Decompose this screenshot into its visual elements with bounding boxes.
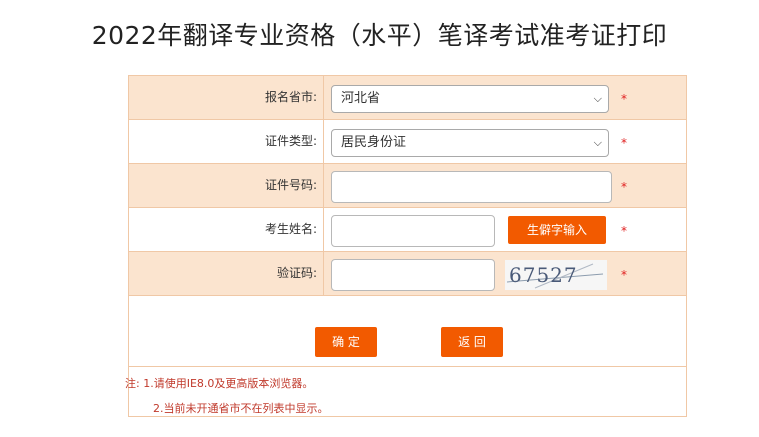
name-label: 考生姓名: bbox=[129, 208, 324, 251]
id-number-row: 证件号码: * bbox=[129, 164, 686, 208]
id-type-select[interactable]: 居民身份证 ⌵ bbox=[331, 129, 609, 157]
chevron-down-icon: ⌵ bbox=[593, 136, 602, 149]
captcha-code-text: 67527 bbox=[509, 263, 578, 287]
province-label: 报名省市: bbox=[129, 76, 324, 119]
chevron-down-icon: ⌵ bbox=[593, 92, 602, 105]
id-type-label: 证件类型: bbox=[129, 120, 324, 163]
id-type-row: 证件类型: 居民身份证 ⌵ * bbox=[129, 120, 686, 164]
required-mark: * bbox=[621, 180, 627, 194]
required-mark: * bbox=[621, 268, 627, 282]
notes: 注: 1.请使用IE8.0及更高版本浏览器。 2.当前未开通省市不在列表中显示。 bbox=[125, 366, 686, 415]
required-mark: * bbox=[621, 92, 627, 106]
required-mark: * bbox=[621, 136, 627, 150]
note-line-1: 注: 1.请使用IE8.0及更高版本浏览器。 bbox=[125, 377, 314, 390]
captcha-row: 验证码: 67527 * bbox=[129, 252, 686, 296]
rare-char-input-button[interactable]: 生僻字输入 bbox=[508, 216, 606, 244]
province-select[interactable]: 河北省 ⌵ bbox=[331, 85, 609, 113]
page-title: 2022年翻译专业资格（水平）笔译考试准考证打印 bbox=[91, 21, 668, 50]
name-input[interactable] bbox=[331, 215, 495, 247]
note-line-2: 2.当前未开通省市不在列表中显示。 bbox=[153, 402, 329, 415]
province-selected-value: 河北省 bbox=[341, 91, 381, 106]
id-type-selected-value: 居民身份证 bbox=[341, 135, 407, 150]
captcha-image[interactable]: 67527 bbox=[505, 260, 607, 290]
captcha-input[interactable] bbox=[331, 259, 495, 291]
province-row: 报名省市: 河北省 ⌵ * bbox=[129, 76, 686, 120]
back-button[interactable]: 返 回 bbox=[441, 327, 503, 357]
confirm-button[interactable]: 确 定 bbox=[315, 327, 377, 357]
name-row: 考生姓名: 生僻字输入 * bbox=[129, 208, 686, 252]
required-mark: * bbox=[621, 224, 627, 238]
captcha-label: 验证码: bbox=[129, 252, 324, 295]
admission-ticket-form: 报名省市: 河北省 ⌵ * 证件类型: 居民身份证 ⌵ * 证件号码: * 考生… bbox=[125, 75, 687, 417]
id-number-label: 证件号码: bbox=[129, 164, 324, 207]
id-number-input[interactable] bbox=[331, 171, 612, 203]
